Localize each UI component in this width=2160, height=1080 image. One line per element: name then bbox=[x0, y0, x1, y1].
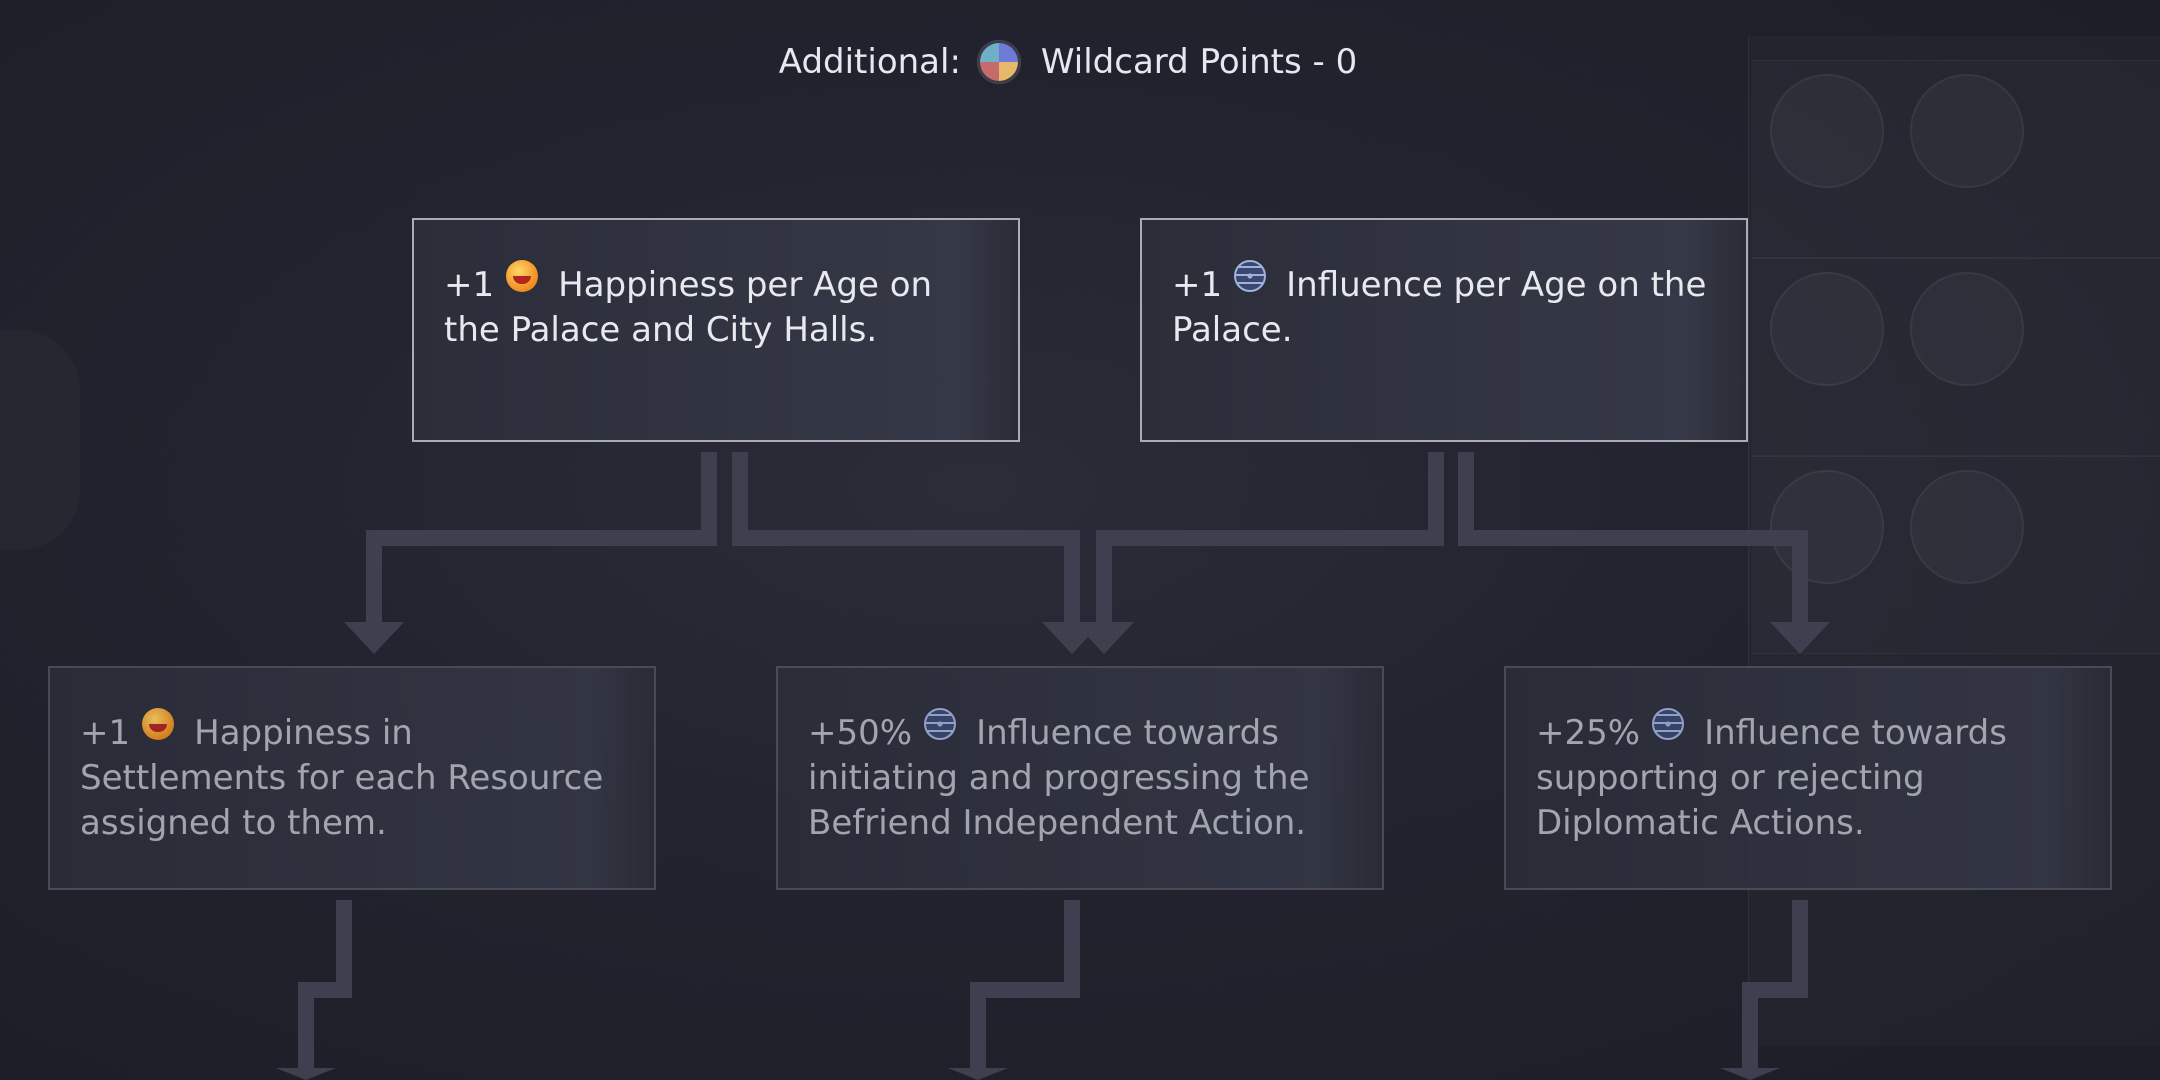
connector-arrowhead bbox=[344, 622, 404, 654]
connector-line bbox=[1742, 900, 1808, 1074]
connector-arrowhead bbox=[276, 1068, 336, 1080]
connector-arrowhead bbox=[948, 1068, 1008, 1080]
tradition-node-influence-befriend[interactable]: +50% Influence towards initiating and pro… bbox=[776, 666, 1384, 890]
connector-line bbox=[1096, 452, 1444, 622]
node-prefix: +1 bbox=[1172, 265, 1223, 305]
connector-line bbox=[1458, 452, 1808, 622]
tradition-node-happiness-palace[interactable]: +1 Happiness per Age on the Palace and Ci… bbox=[412, 218, 1020, 442]
node-prefix: +25% bbox=[1536, 713, 1641, 753]
tradition-node-happiness-resources[interactable]: +1 Happiness in Settlements for each Reso… bbox=[48, 666, 656, 890]
influence-icon bbox=[1234, 260, 1267, 292]
connector-arrowhead bbox=[1720, 1068, 1780, 1080]
influence-icon bbox=[924, 708, 957, 740]
node-prefix: +1 bbox=[444, 265, 495, 305]
node-prefix: +50% bbox=[808, 713, 913, 753]
node-prefix: +1 bbox=[80, 713, 131, 753]
connector-line bbox=[298, 900, 352, 1074]
tradition-node-influence-diplomatic[interactable]: +25% Influence towards supporting or reje… bbox=[1504, 666, 2112, 890]
connector-line bbox=[366, 452, 717, 622]
happiness-icon bbox=[506, 260, 539, 292]
connector-line bbox=[732, 452, 1080, 622]
happiness-icon bbox=[142, 708, 175, 740]
influence-icon bbox=[1652, 708, 1685, 740]
tree-connectors bbox=[276, 452, 1830, 1080]
connector-line bbox=[970, 900, 1080, 1074]
tradition-node-influence-palace[interactable]: +1 Influence per Age on the Palace. bbox=[1140, 218, 1748, 442]
connector-arrowhead bbox=[1770, 622, 1830, 654]
